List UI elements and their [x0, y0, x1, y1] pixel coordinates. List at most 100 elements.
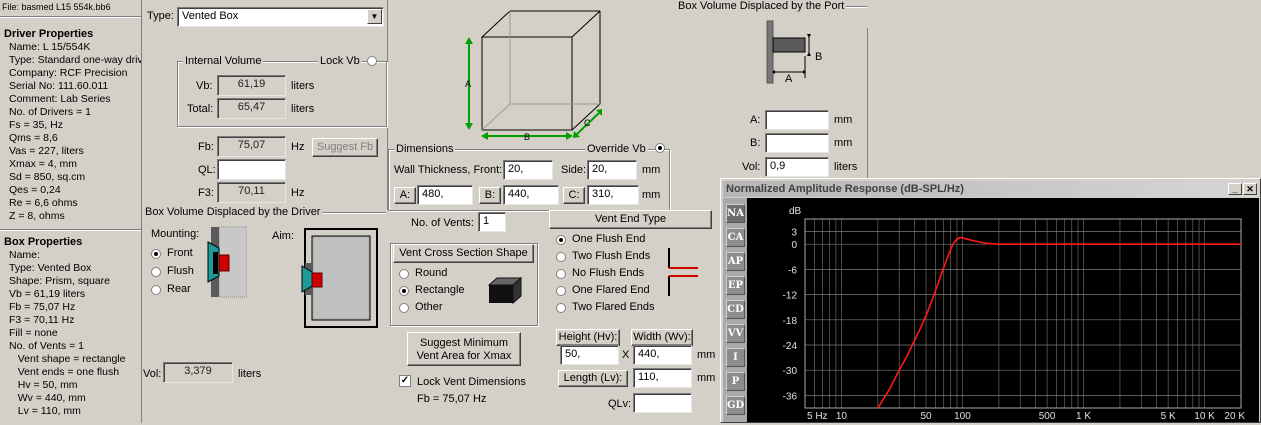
section-divider: [867, 28, 868, 178]
vents-label: No. of Vents:: [411, 217, 474, 229]
x-tick-label: 500: [1039, 411, 1056, 422]
fb-status: Fb = 75,07 Hz: [417, 393, 487, 405]
driver-aim-icon: [301, 228, 378, 328]
height-label: Height (Hv):: [556, 329, 620, 346]
y-tick-label: -36: [783, 391, 798, 402]
x-tick-label: 50: [920, 411, 932, 422]
chart-mode-p-button[interactable]: P: [726, 372, 745, 391]
box-line: F3 = 70,11 Hz: [9, 314, 75, 326]
chart-mode-ca-button[interactable]: CA: [726, 228, 745, 247]
cross-section-radio[interactable]: [399, 286, 409, 296]
amplitude-response-window[interactable]: Normalized Amplitude Response (dB-SPL/Hz…: [720, 178, 1261, 423]
wall-front-input[interactable]: 20,: [503, 160, 553, 180]
dim-b-input[interactable]: 440,: [503, 185, 559, 205]
chevron-down-icon[interactable]: ▼: [367, 9, 382, 24]
type-select[interactable]: Vented Box ▼: [177, 7, 384, 27]
vent-end-radio[interactable]: [556, 286, 566, 296]
vent-end-radio[interactable]: [556, 252, 566, 262]
mounting-radio[interactable]: [151, 285, 161, 295]
aim-label: Aim:: [272, 230, 294, 242]
override-vb-radio[interactable]: [655, 143, 665, 153]
dim-c-input[interactable]: 310,: [587, 185, 639, 205]
x-tick-label: 5 K: [1161, 411, 1176, 422]
chart-mode-vv-button[interactable]: VV: [726, 324, 745, 343]
qlv-label: QLv:: [608, 398, 632, 410]
driver-line: Company: RCF Precision: [9, 67, 128, 79]
driver-line: Name: L 15/554K: [9, 41, 91, 53]
minimize-icon[interactable]: _: [1228, 183, 1242, 195]
ql-input[interactable]: [217, 159, 286, 180]
x-tick-label: 10 K: [1194, 411, 1215, 422]
divider: [0, 16, 141, 18]
total-label: Total:: [187, 103, 214, 115]
port-a-unit: mm: [834, 114, 853, 126]
divider: [0, 229, 141, 231]
y-tick-label: -24: [783, 341, 798, 352]
f3-field: 70,11: [217, 182, 286, 203]
wall-unit: mm: [642, 164, 661, 176]
cross-section-title: Vent Cross Section Shape: [393, 244, 534, 263]
suggest-fb-button[interactable]: Suggest Fb: [312, 138, 378, 157]
port-a-input[interactable]: [765, 110, 829, 130]
mounting-radio[interactable]: [151, 267, 161, 277]
port-a-label: A:: [750, 114, 761, 126]
vent-end-radio[interactable]: [556, 303, 566, 313]
box-line: Shape: Prism, square: [9, 275, 110, 287]
x-label: X: [622, 349, 630, 361]
dim-c-label: C:: [563, 187, 585, 204]
chart-mode-gd-button[interactable]: GD: [726, 396, 745, 415]
plot-frame: [804, 218, 1242, 409]
dim-a-input[interactable]: 480,: [417, 185, 473, 205]
cube-label-c: C: [584, 118, 591, 128]
width-input[interactable]: 440,: [633, 345, 692, 365]
qlv-input[interactable]: [633, 393, 692, 413]
driver-line: Type: Standard one-way drive: [9, 54, 141, 66]
close-icon[interactable]: ✕: [1243, 183, 1257, 195]
wall-side-input[interactable]: 20,: [587, 160, 637, 180]
total-field: 65,47: [217, 98, 286, 119]
driver-vol-field: 3,379: [163, 362, 233, 383]
chart-mode-cd-button[interactable]: CD: [726, 300, 745, 319]
f3-label: F3:: [198, 187, 214, 199]
internal-volume-title: Internal Volume: [183, 55, 264, 67]
x-tick-label: 1 K: [1076, 411, 1091, 422]
driver-line: Re = 6,6 ohms: [9, 197, 78, 209]
chart-mode-ep-button[interactable]: EP: [726, 276, 745, 295]
vb-unit: liters: [291, 80, 315, 92]
cross-section-label: Other: [415, 301, 443, 313]
vent-end-radio[interactable]: [556, 235, 566, 245]
cross-section-label: Round: [415, 267, 448, 279]
vb-label: Vb:: [196, 80, 213, 92]
chart-mode-na-button[interactable]: NA: [726, 204, 745, 223]
x-tick-label: 20 K: [1224, 411, 1245, 422]
box-dimensions-diagram: A B C: [465, 10, 602, 142]
vb-field: 61,19: [217, 75, 286, 96]
f3-unit: Hz: [291, 187, 305, 199]
suggest-min-vent-button[interactable]: Suggest Minimum Vent Area for Xmax: [407, 332, 521, 366]
box-line: Vent shape = rectangle: [9, 353, 126, 365]
dim-b-label: B:: [479, 187, 501, 204]
lock-vent-checkbox[interactable]: ✓: [399, 375, 411, 387]
port-vol-field: 0,9: [765, 157, 829, 177]
x-tick-label: 10: [836, 411, 848, 422]
driver-line: Sd = 850, sq.cm: [9, 171, 86, 183]
y-axis-label: dB: [789, 206, 802, 217]
length-input[interactable]: 110,: [633, 368, 692, 388]
vents-input[interactable]: 1: [478, 212, 506, 232]
mounting-radio[interactable]: [151, 249, 161, 259]
cross-section-radio[interactable]: [399, 269, 409, 279]
lock-vb-radio[interactable]: [367, 56, 377, 66]
box-line: Vb = 61,19 liters: [9, 288, 86, 300]
port-b-input[interactable]: [765, 133, 829, 153]
chart-window-title[interactable]: Normalized Amplitude Response (dB-SPL/Hz…: [723, 181, 1258, 197]
chart-mode-ap-button[interactable]: AP: [726, 252, 745, 271]
chart-mode-i-button[interactable]: I: [726, 348, 745, 367]
y-tick-label: -30: [783, 366, 798, 377]
height-input[interactable]: 50,: [560, 345, 619, 365]
response-curve: [877, 236, 1241, 409]
port-diagram-b: B: [815, 51, 822, 63]
vent-end-label: Two Flared Ends: [572, 301, 655, 313]
y-tick-label: 0: [791, 240, 797, 251]
cross-section-radio[interactable]: [399, 303, 409, 313]
vent-end-radio[interactable]: [556, 269, 566, 279]
